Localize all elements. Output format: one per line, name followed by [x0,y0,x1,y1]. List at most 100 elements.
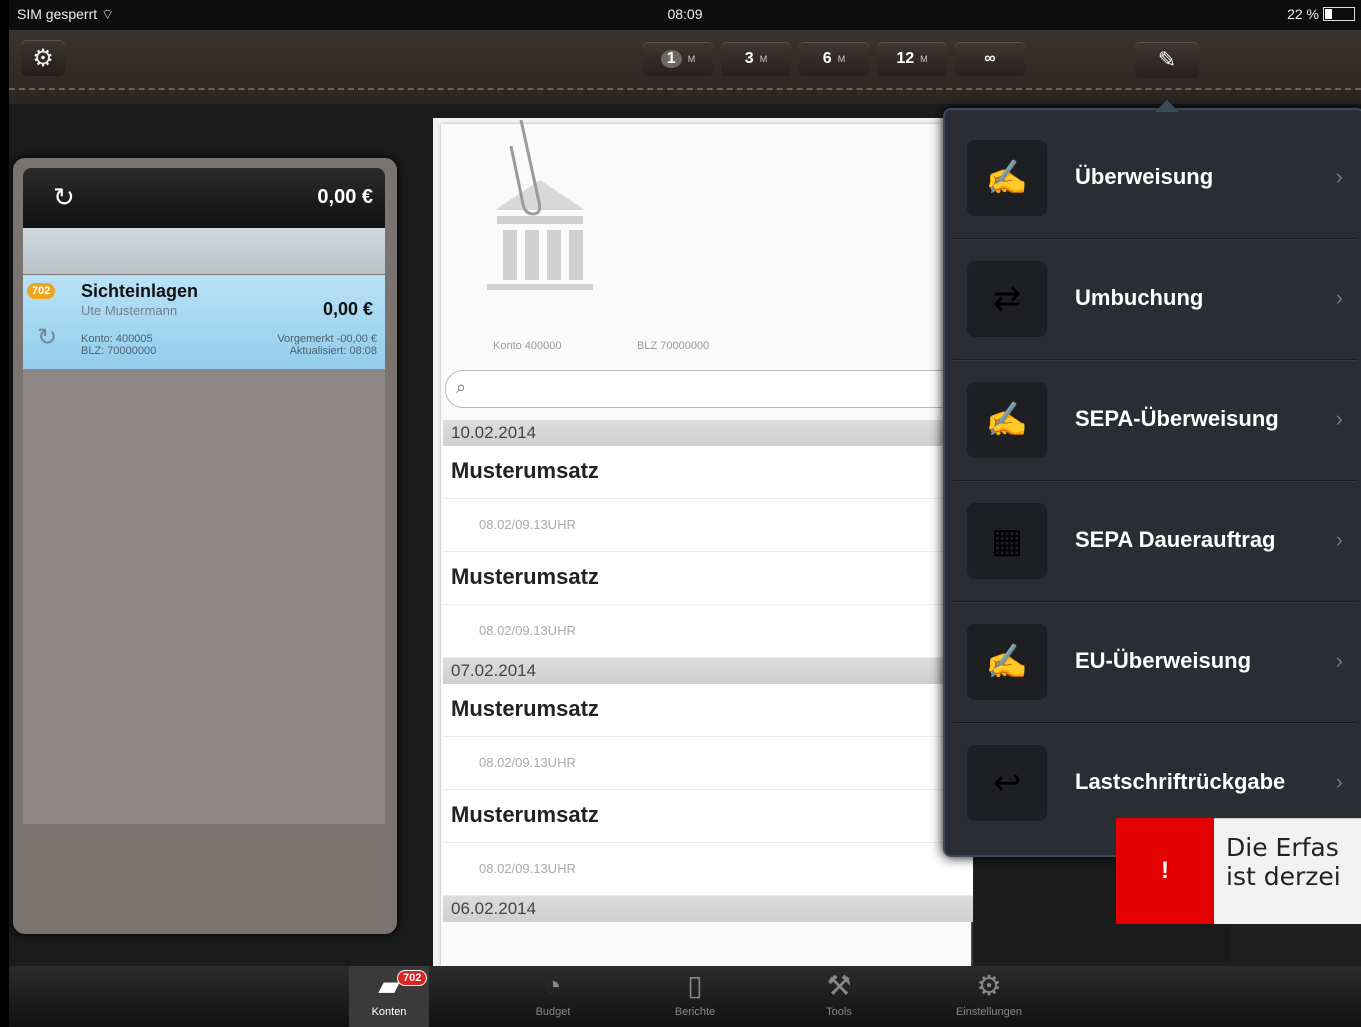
statement-konto: Konto 400000 [493,340,562,352]
menu-item-label: SEPA Dauerauftrag [1075,527,1276,552]
transaction-detail[interactable]: 08.02/09.13UHR [443,605,973,658]
transfer-arrows-icon: ⇄ [967,261,1047,337]
new-order-popover: ✍ Überweisung › ⇄ Umbuchung › ✍ SEPA-Übe… [943,100,1361,857]
accounts-panel: ↻ 0,00 € 702 Sichteinlagen Ute Musterman… [13,158,397,934]
menu-item-label: SEPA-Überweisung [1075,406,1279,431]
period-selector: 1M 3M 6M 12 M ∞ [643,42,1025,76]
period-3m-button[interactable]: 3M [721,42,791,76]
status-bar: SIM gesperrt ⌔ 08:09 22 % [9,0,1361,30]
account-amount: 0,00 € [322,299,373,319]
tab-budget[interactable]: ◔ Budget [513,966,593,1027]
date-header: 10.02.2014 [443,420,973,446]
period-unit: M [837,54,846,64]
period-num: 1 [660,50,682,68]
date-header: 06.02.2014 [443,896,973,922]
battery-indicator: 22 % [1287,6,1355,22]
menu-item-ueberweisung[interactable]: ✍ Überweisung › [953,118,1357,239]
account-status: Vorgemerkt -00,00 € Aktualisiert: 08:08 [277,333,377,357]
stitch-divider [9,88,1361,90]
menu-item-label: EU-Überweisung [1075,648,1252,673]
period-unit: M [759,54,768,64]
account-konto: Konto: 400005 [81,333,153,345]
pie-chart-icon: ◔ [544,970,562,1001]
konten-badge: 702 [397,970,428,986]
period-num: 6 [822,50,832,67]
tab-berichte[interactable]: ▯ Berichte [655,966,735,1027]
statement-paper: Konto 400000 BLZ 70000000 ⌕ 10.02.2014 M… [433,118,987,966]
chevron-right-icon: › [1335,406,1343,431]
chevron-right-icon: › [1335,527,1343,552]
chevron-right-icon: › [1335,769,1343,794]
transaction-detail[interactable]: 08.02/09.13UHR [443,843,973,896]
tab-label: Einstellungen [955,1006,1023,1018]
transaction-title[interactable]: Musterumsatz [443,446,973,499]
period-unit: M [687,54,696,64]
gear-icon: ⚙ [32,44,54,72]
period-all-button[interactable]: ∞ [955,42,1025,76]
transaction-title[interactable]: Musterumsatz [443,790,973,843]
account-numbers: Konto: 400005 BLZ: 70000000 [81,333,156,357]
chevron-right-icon: › [1335,164,1343,189]
tab-label: Konten [371,1006,407,1018]
transaction-title[interactable]: Musterumsatz [443,684,973,737]
clock: 08:09 [667,6,703,22]
refresh-icon[interactable]: ↻ [53,182,75,213]
menu-item-label: Umbuchung [1075,285,1204,310]
new-order-button[interactable]: ✎ [1135,42,1199,78]
tab-label: Tools [826,1006,852,1018]
clipboard-icon: ▯ [687,970,703,1001]
account-vorgemerkt: Vorgemerkt -00,00 € [277,333,377,345]
transaction-detail[interactable]: 08.02/09.13UHR [443,737,973,790]
menu-item-sepa-dauerauftrag[interactable]: ▦ SEPA Dauerauftrag › [953,481,1357,602]
calendar-sepa-icon: ▦ [967,503,1047,579]
return-arrow-icon: ↩ [967,745,1047,821]
period-num: 12 [896,50,915,67]
sepa-transfer-icon: ✍ [967,382,1047,458]
gears-icon: ⚙ [976,970,1002,1001]
account-blz: BLZ: 70000000 [81,345,157,357]
error-line-1: Die Erfas [1226,833,1339,862]
accounts-separator [23,228,385,274]
account-name: Sichteinlagen [81,281,199,301]
search-icon: ⌕ [456,377,467,397]
settings-button[interactable]: ⚙ [21,40,65,76]
pencil-form-icon: ✍ [967,140,1047,216]
tab-konten[interactable]: ▰ 702 Konten [349,966,429,1027]
battery-icon [1323,7,1355,21]
toolbox-icon: ⚒ [826,970,852,1001]
menu-item-label: Überweisung [1075,164,1214,189]
period-6m-button[interactable]: 6M [799,42,869,76]
period-12m-button[interactable]: 12 M [877,42,947,76]
menu-item-eu-ueberweisung[interactable]: ✍ EU-Überweisung › [953,602,1357,723]
transaction-list: 10.02.2014 Musterumsatz 08.02/09.13UHR M… [443,420,973,922]
account-refresh-icon[interactable]: ↻ [37,323,57,352]
transaction-title[interactable]: Musterumsatz [443,552,973,605]
account-owner: Ute Mustermann [81,303,178,318]
error-notice: ! Die Erfas ist derzei [1116,818,1361,924]
search-input[interactable]: ⌕ [445,370,987,408]
accounts-empty-area [23,369,385,824]
period-unit: M [920,54,928,64]
warning-icon: ! [1116,818,1214,924]
battery-percent: 22 % [1287,6,1319,22]
tab-tools[interactable]: ⚒ Tools [799,966,879,1027]
transaction-detail[interactable]: 08.02/09.13UHR [443,499,973,552]
error-message: Die Erfas ist derzei [1214,818,1361,924]
accounts-header: ↻ 0,00 € [23,168,385,228]
tab-label: Berichte [674,1006,716,1018]
menu-item-umbuchung[interactable]: ⇄ Umbuchung › [953,239,1357,360]
date-header: 07.02.2014 [443,658,973,684]
account-aktualisiert: Aktualisiert: 08:08 [289,345,377,357]
period-num: ∞ [984,50,996,67]
period-num: 3 [744,50,754,67]
menu-item-label: Lastschriftrückgabe [1075,769,1286,794]
accounts-total: 0,00 € [317,186,373,208]
error-line-2: ist derzei [1226,862,1341,891]
menu-item-sepa-ueberweisung[interactable]: ✍ SEPA-Überweisung › [953,360,1357,481]
tab-label: Budget [535,1006,571,1018]
period-1m-button[interactable]: 1M [643,42,713,76]
account-badge: 702 [27,283,56,299]
account-item[interactable]: 702 Sichteinlagen Ute Mustermann 0,00 € … [23,275,385,369]
eu-transfer-icon: ✍ [967,624,1047,700]
tab-einstellungen[interactable]: ⚙ Einstellungen [939,966,1039,1027]
